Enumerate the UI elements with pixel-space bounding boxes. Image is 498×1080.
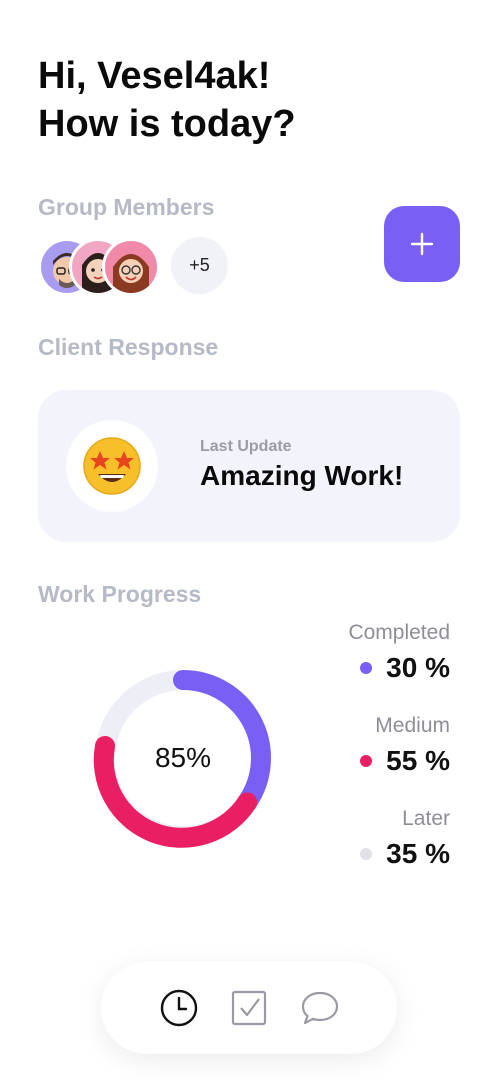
legend-medium-label: Medium <box>375 714 450 737</box>
member-avatar-3[interactable] <box>102 238 160 296</box>
client-response-label: Client Response <box>38 334 219 360</box>
legend-medium-value: 55 % <box>386 745 450 776</box>
emoji-badge <box>66 420 158 512</box>
legend-later-value: 35 % <box>386 838 450 869</box>
legend-completed-value: 30 % <box>386 652 450 683</box>
legend-later: Later 35 % <box>300 806 450 872</box>
work-progress-label: Work Progress <box>38 581 202 607</box>
legend-medium: Medium 55 % <box>300 713 450 779</box>
legend-completed-label: Completed <box>348 621 450 644</box>
nav-tasks-button[interactable] <box>229 988 269 1028</box>
greeting-line-2: How is today? <box>38 103 296 145</box>
bottom-nav <box>101 962 397 1054</box>
client-response-message: Amazing Work! <box>200 460 404 491</box>
nav-clock-button[interactable] <box>159 988 199 1028</box>
clock-icon <box>160 989 198 1027</box>
greeting-line-1: Hi, Vesel4ak! <box>38 55 271 97</box>
legend-medium-dot <box>360 755 373 767</box>
client-response-card[interactable]: Last Update Amazing Work! <box>38 390 460 542</box>
legend-later-label: Later <box>402 807 450 830</box>
legend-completed-dot <box>360 662 373 674</box>
group-members[interactable]: +5 <box>38 236 238 296</box>
group-members-label: Group Members <box>38 194 215 220</box>
legend-later-dot <box>360 848 373 860</box>
checkbox-icon <box>231 990 267 1026</box>
legend-completed: Completed 30 % <box>300 620 450 686</box>
last-update-label: Last Update <box>200 438 292 455</box>
star-struck-emoji-icon <box>83 437 141 495</box>
nav-chat-button[interactable] <box>299 988 339 1028</box>
progress-total: 85% <box>154 742 212 773</box>
greeting: Hi, Vesel4ak! How is today? <box>38 52 296 148</box>
chat-bubble-icon <box>301 991 339 1025</box>
plus-icon <box>410 232 434 256</box>
add-member-button[interactable] <box>384 206 460 282</box>
more-members-badge[interactable]: +5 <box>171 237 228 294</box>
